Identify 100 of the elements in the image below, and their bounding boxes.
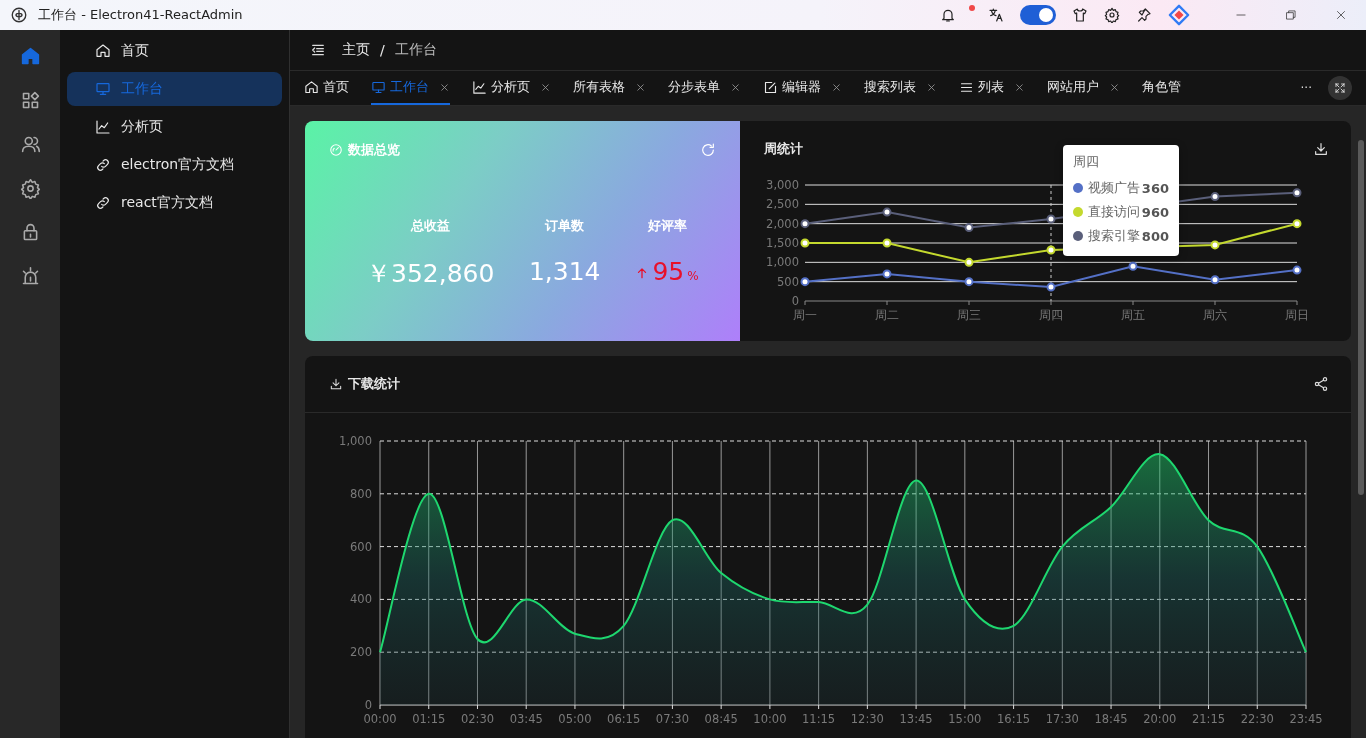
breadcrumb-item[interactable]: 主页 [342,41,370,59]
close-icon [540,81,551,93]
settings-icon [1104,7,1120,23]
data-point [1210,275,1220,285]
data-point [1046,245,1056,255]
share-button[interactable] [1313,376,1329,392]
axis-label: 200 [350,645,372,660]
tab[interactable]: 网站用户 [1047,71,1120,105]
close-tab-button[interactable] [926,81,937,93]
data-point [964,257,974,267]
tab[interactable]: 分步表单 [668,71,741,105]
axis-label: 20:00 [1143,712,1177,726]
home-icon [19,45,41,67]
close-icon [439,81,450,93]
data-point [882,238,892,248]
axis-label: 周二 [875,308,899,322]
axis-label: 周六 [1203,308,1227,322]
data-point [1128,261,1138,271]
close-tab-button[interactable] [439,81,450,93]
close-tab-button[interactable] [1014,81,1025,93]
axis-label: 2,500 [766,197,799,212]
close-tab-button[interactable] [1109,81,1120,93]
axis-label: 05:00 [558,712,592,726]
close-icon [1334,8,1348,22]
axis-label: 03:45 [509,712,543,726]
data-point [800,277,810,287]
axis-label: 0 [791,294,799,308]
axis-label: 08:45 [704,712,738,726]
sidebar-item[interactable]: 分析页 [67,110,282,144]
card-title: 下载统计 [348,375,400,393]
axis-label: 3,000 [766,178,799,192]
settings-icon [19,177,41,199]
axis-label: 10:00 [753,712,787,726]
series-value: 360 [1141,180,1169,196]
axis-label: 周一 [793,308,817,322]
theme-toggle[interactable] [1020,5,1056,25]
restore-icon [1284,8,1298,22]
stat-label: 好评率 [647,217,687,235]
axis-label: 2,000 [766,216,799,231]
download-icon [1313,141,1329,157]
axis-label: 07:30 [655,712,689,726]
data-point [882,207,892,217]
indent-icon [310,42,326,58]
tooltip-title: 周四 [1073,153,1100,171]
axis-label: 16:15 [997,712,1031,726]
stat-label: 订单数 [545,217,585,235]
axis-label: 11:15 [802,712,836,726]
data-point [882,269,892,279]
stat-value: 1,314 [528,257,601,286]
close-icon [831,81,842,93]
axis-label: 周四 [1039,308,1063,322]
sidebar-item[interactable]: 首页 [67,34,282,68]
data-point [1046,214,1056,224]
axis-label: 00:00 [363,712,397,726]
stat-value: 95 [652,257,685,286]
close-tab-button[interactable] [730,81,741,93]
card-title: 数据总览 [348,141,400,159]
collapse-menu-button[interactable] [310,42,326,58]
monitor-icon [371,79,386,95]
tab[interactable]: 首页 [304,71,349,105]
tab[interactable]: 角色管 [1142,71,1181,105]
data-point [800,238,810,248]
sidebar-item[interactable]: electron官方文档 [67,148,282,182]
tab[interactable]: 搜索列表 [864,71,937,105]
card-title: 周统计 [764,140,803,158]
breadcrumb-separator: / [380,42,385,58]
scrollbar[interactable] [1358,140,1364,495]
axis-label: 1,000 [766,255,799,270]
axis-label: 18:45 [1094,712,1128,726]
series-name: 直接访问 [1088,203,1141,221]
link-icon [95,195,111,211]
fullscreen-icon [1334,82,1346,94]
axis-label: 800 [350,486,372,501]
download-button[interactable] [1313,141,1329,157]
close-icon [1109,81,1120,93]
tab[interactable]: 编辑器 [763,71,842,105]
monitor-icon [95,81,111,97]
fullscreen-button[interactable] [1328,76,1352,100]
refresh-icon [700,142,716,158]
close-tab-button[interactable] [831,81,842,93]
edit-icon [763,79,778,95]
series-name: 视频广告 [1088,179,1141,197]
tab[interactable]: 列表 [959,71,1025,105]
line-chart-icon [95,119,111,135]
download-icon [329,377,343,391]
sidebar-item[interactable]: react官方文档 [67,186,282,220]
data-point [964,223,974,233]
close-tab-button[interactable] [635,81,646,93]
tab[interactable]: 分析页 [472,71,551,105]
data-point [1292,188,1302,198]
axis-label: 周日 [1285,308,1309,322]
tab[interactable]: 所有表格 [573,71,646,105]
axis-label: 06:15 [607,712,641,726]
notification-bell-icon [940,7,956,23]
app-logo-icon [10,6,28,24]
close-tab-button[interactable] [540,81,551,93]
diamond-logo-icon [1168,4,1190,26]
more-tabs-button[interactable]: ··· [1290,71,1322,105]
axis-label: 23:45 [1289,712,1323,726]
data-point [1046,282,1056,292]
